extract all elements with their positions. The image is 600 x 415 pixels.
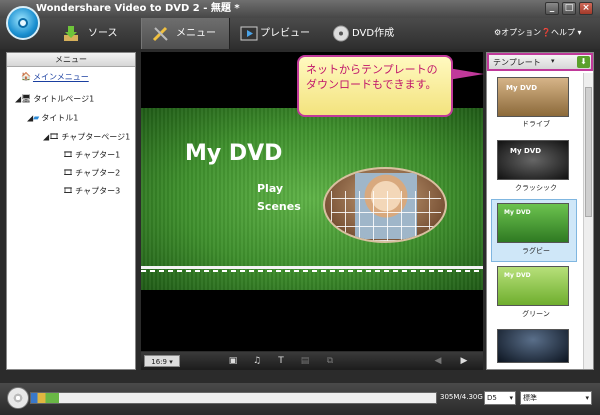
monitor-icon: 🖥 (21, 94, 32, 103)
dvd-title-text[interactable]: My DVD (185, 141, 282, 166)
film-icon: 🎞 (49, 132, 60, 141)
tab-burn-dvd[interactable]: DVD作成 (330, 18, 420, 49)
layout-icon[interactable]: ⧉ (324, 355, 336, 367)
options-link[interactable]: ⚙オプション (494, 27, 541, 38)
title-bar: Wondershare Video to DVD 2 - 無題 * _ □ × (0, 0, 600, 18)
template-name-classic: クラッシック (515, 184, 557, 192)
template-name-green: グリーン (522, 310, 550, 318)
maximize-button[interactable]: □ (562, 2, 576, 15)
music-icon[interactable]: ♫ (251, 355, 263, 367)
template-thumb-rugby[interactable]: My DVD (497, 203, 569, 243)
text-icon[interactable]: T (275, 355, 287, 367)
chevron-down-icon: ▾ (509, 394, 513, 402)
chevron-down-icon: ▾ (577, 28, 582, 37)
help-link[interactable]: ❓ヘルプ ▾ (541, 27, 582, 38)
aspect-ratio-select[interactable]: 16:9 ▾ (144, 355, 180, 367)
tab-menu[interactable]: メニュー (141, 18, 230, 49)
template-thumb-5[interactable] (497, 329, 569, 363)
capacity-fill (31, 393, 60, 403)
tree-item-chapter-2[interactable]: 🎞 チャプター2 (63, 167, 120, 180)
folder-icon: ▰ (33, 113, 40, 122)
template-dropdown[interactable]: テンプレート ▾ ⬇ (487, 53, 593, 71)
home-icon: 🏠 (21, 72, 31, 81)
scrollbar-thumb[interactable] (585, 87, 592, 217)
film-icon: 🎞 (63, 186, 74, 195)
tree-item-chapter-3[interactable]: 🎞 チャプター3 (63, 185, 120, 198)
scenes-button-text[interactable]: Scenes (257, 200, 301, 213)
arrow-right-icon[interactable]: ▶ (457, 355, 471, 367)
play-button-text[interactable]: Play (257, 182, 283, 195)
photo-grid-overlay (331, 191, 441, 241)
film-play-icon (240, 26, 258, 41)
template-thumb-green[interactable]: My DVD (497, 266, 569, 306)
chevron-down-icon: ▾ (585, 394, 589, 402)
tab-burn-dvd-label: DVD作成 (352, 28, 395, 39)
tree-item-title-page[interactable]: ◢🖥 タイトルページ1 (15, 93, 94, 106)
template-thumb-drive[interactable]: My DVD (497, 77, 569, 117)
app-logo-icon (6, 6, 40, 40)
template-thumb-classic[interactable]: My DVD (497, 140, 569, 180)
background-image-icon[interactable]: ▣ (227, 355, 239, 367)
tab-source-label: ソース (88, 28, 118, 39)
disc-type-select[interactable]: D5 ▾ (484, 391, 516, 405)
tree-item-chapter-page[interactable]: ◢🎞 チャプターページ1 (43, 131, 130, 144)
tree-item-chapter-1[interactable]: 🎞 チャプター1 (63, 149, 120, 162)
help-icon: ❓ (541, 28, 551, 37)
tab-preview-label: プレビュー (260, 28, 310, 39)
menu-tree-header: メニュー (7, 53, 135, 67)
status-bar: 305M/4.30G D5 ▾ 標準 ▾ (0, 383, 600, 415)
film-icon: 🎞 (63, 150, 74, 159)
rugby-ball-frame (323, 167, 447, 243)
capacity-text: 305M/4.30G (440, 393, 483, 401)
tab-preview[interactable]: プレビュー (236, 18, 324, 49)
tree-item-title[interactable]: ◢▰ タイトル1 (27, 112, 78, 125)
field-line (141, 266, 483, 269)
disc-icon (7, 387, 29, 409)
window-title: Wondershare Video to DVD 2 - 無題 * (36, 3, 240, 14)
thumbnail-icon[interactable]: ▤ (299, 355, 311, 367)
template-name-drive: ドライブ (522, 120, 550, 128)
tab-source[interactable]: ソース (52, 18, 140, 49)
template-name-rugby: ラグビー (522, 247, 550, 255)
tab-menu-label: メニュー (176, 28, 216, 39)
disc-icon (333, 25, 349, 42)
tip-callout: ネットからテンプレートのダウンロードもできます。 (297, 55, 453, 117)
import-arrow-icon (64, 26, 78, 41)
chevron-down-icon: ▾ (551, 57, 555, 65)
arrow-left-icon[interactable]: ◀ (431, 355, 445, 367)
quality-select[interactable]: 標準 ▾ (520, 391, 592, 405)
field-line-dashed (141, 270, 483, 272)
callout-tail (448, 68, 484, 80)
template-panel: テンプレート ▾ ⬇ My DVD ドライブ My DVD クラッシック My … (486, 52, 594, 370)
template-scrollbar[interactable] (583, 73, 593, 369)
close-button[interactable]: × (579, 2, 593, 15)
tools-icon (152, 26, 168, 42)
preview-toolbar: 16:9 ▾ ▣ ♫ T ▤ ⧉ ◀ ▶ (141, 352, 483, 370)
film-icon: 🎞 (63, 168, 74, 177)
download-icon[interactable]: ⬇ (577, 56, 590, 68)
menu-tree-panel: メニュー 🏠 メインメニュー ◢🖥 タイトルページ1 ◢▰ タイトル1 ◢🎞 チャプター… (6, 52, 136, 370)
tree-item-main-menu[interactable]: 🏠 メインメニュー (21, 71, 89, 84)
capacity-bar (30, 392, 437, 404)
minimize-button[interactable]: _ (545, 2, 559, 15)
